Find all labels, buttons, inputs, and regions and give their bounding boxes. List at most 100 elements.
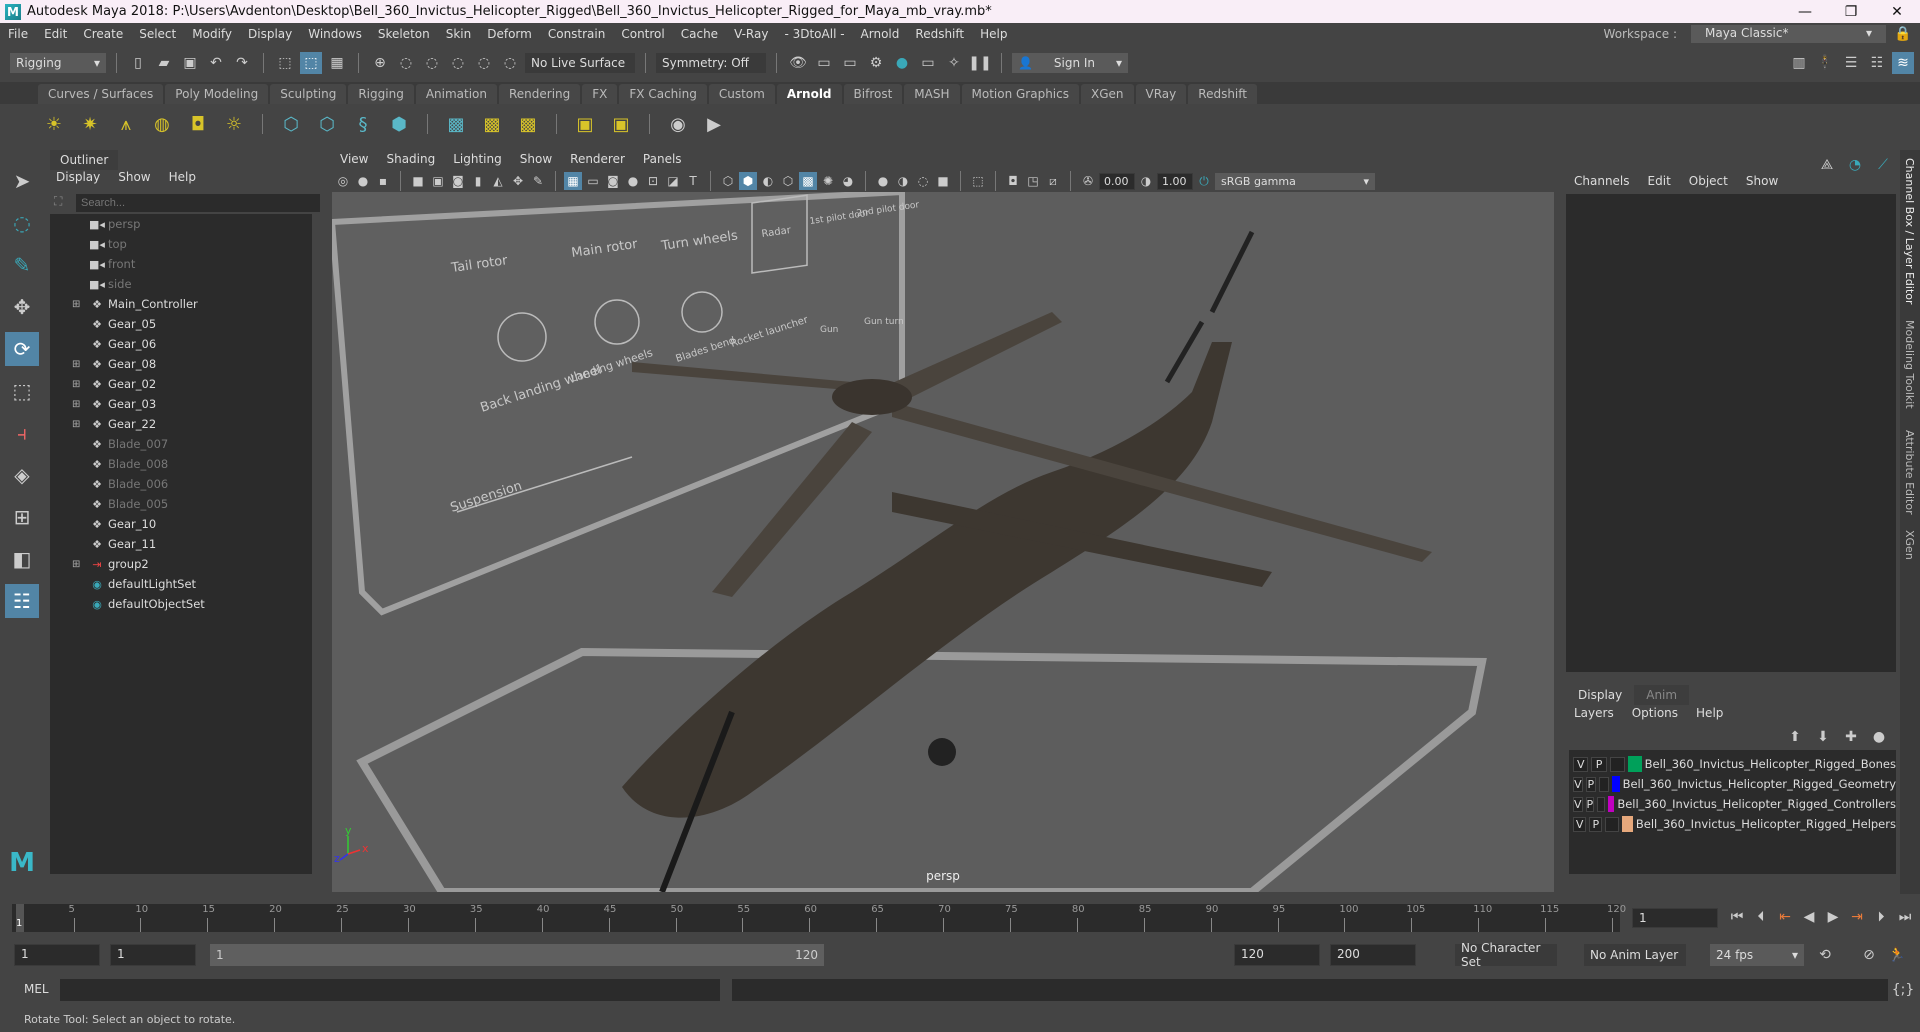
viewport-menu-panels[interactable]: Panels bbox=[643, 152, 682, 166]
shelf-tab-redshift[interactable]: Redshift bbox=[1188, 84, 1257, 104]
channel-box-icon[interactable]: ≋ bbox=[1892, 52, 1914, 74]
shelf-tab-fx[interactable]: FX bbox=[582, 84, 618, 104]
time-slider-bar[interactable]: 1 5 10 15 20 25 30 35 40 45 50 55 60 65 70 75 80 85 90 95 10… bbox=[12, 904, 1626, 932]
step-back-frame-icon[interactable]: ⏴ bbox=[1750, 906, 1772, 928]
character-set-dropdown[interactable]: No Character Set bbox=[1455, 941, 1557, 969]
select-object-icon[interactable]: ⬚ bbox=[300, 52, 322, 74]
new-layer-selected-icon[interactable]: ● bbox=[1868, 726, 1890, 748]
depth-of-field-icon[interactable]: ■ bbox=[934, 172, 952, 190]
filter-icon[interactable]: ⛶ bbox=[54, 194, 62, 209]
side-tab-modeling-toolkit[interactable]: Modeling Toolkit bbox=[1903, 320, 1916, 409]
move-layer-up-icon[interactable]: ⬆ bbox=[1784, 726, 1806, 748]
tool-settings-icon[interactable]: ☷ bbox=[1866, 52, 1888, 74]
render-settings-icon[interactable]: ⚙ bbox=[865, 52, 887, 74]
menu-redshift[interactable]: Redshift bbox=[907, 27, 972, 41]
expand-icon[interactable]: ⊞ bbox=[72, 419, 86, 430]
shelf-tab-vray[interactable]: VRay bbox=[1135, 84, 1187, 104]
outliner-menu-display[interactable]: Display bbox=[56, 170, 100, 184]
outliner-item[interactable]: ■◂ top bbox=[50, 234, 312, 254]
create-standin-icon[interactable]: ⬡ bbox=[277, 110, 305, 138]
human-ik-icon[interactable]: 🕴 bbox=[1814, 52, 1836, 74]
new-scene-icon[interactable]: ▯ bbox=[127, 52, 149, 74]
layer-playback-toggle[interactable]: P bbox=[1585, 776, 1596, 792]
select-camera-icon[interactable]: ◎ bbox=[334, 172, 352, 190]
side-tab-xgen[interactable]: XGen bbox=[1903, 530, 1916, 560]
show-menu[interactable]: Show bbox=[1746, 174, 1778, 188]
expand-icon[interactable]: ⊞ bbox=[72, 379, 86, 390]
flush-cache-icon[interactable]: ▣ bbox=[571, 110, 599, 138]
playback-end-field[interactable]: 120 bbox=[1234, 944, 1320, 966]
render-view-icon[interactable]: ◉ bbox=[664, 110, 692, 138]
hyper-icon[interactable]: ⟋ bbox=[1872, 154, 1894, 176]
outliner-item[interactable]: ⊞ ❖ Main_Controller bbox=[50, 294, 312, 314]
menu-3dtoall[interactable]: - 3DtoAll - bbox=[776, 27, 852, 41]
persp-outliner-icon[interactable]: ◧ bbox=[5, 542, 39, 576]
create-curve-collector-icon[interactable]: § bbox=[349, 110, 377, 138]
menu-help[interactable]: Help bbox=[972, 27, 1015, 41]
layer-color-swatch[interactable] bbox=[1611, 776, 1620, 792]
shelf-tab-animation[interactable]: Animation bbox=[415, 84, 497, 104]
layer-color-swatch[interactable] bbox=[1608, 796, 1615, 812]
viewport-3d[interactable]: Tail rotor Main rotor Turn wheels Radar … bbox=[332, 192, 1554, 892]
color-space-dropdown[interactable]: sRGB gamma ▾ bbox=[1215, 172, 1375, 190]
speed-icon[interactable]: ◔ bbox=[1844, 154, 1866, 176]
layer-color-swatch[interactable] bbox=[1628, 756, 1642, 772]
outliner-item[interactable]: ❖ Gear_06 bbox=[50, 334, 312, 354]
textured-icon[interactable]: ▩ bbox=[799, 172, 817, 190]
bookmarks-icon[interactable]: ▮ bbox=[469, 172, 487, 190]
move-layer-down-icon[interactable]: ⬇ bbox=[1812, 726, 1834, 748]
shelf-tab-xgen[interactable]: XGen bbox=[1081, 84, 1134, 104]
render-frame-icon[interactable]: ▭ bbox=[813, 52, 835, 74]
move-tool-icon[interactable]: ✥ bbox=[5, 290, 39, 324]
layer-visibility-toggle[interactable]: V bbox=[1573, 816, 1587, 832]
save-scene-icon[interactable]: ▣ bbox=[179, 52, 201, 74]
outliner-item[interactable]: ❖ Blade_006 bbox=[50, 474, 312, 494]
exposure-icon[interactable]: ✇ bbox=[1079, 172, 1097, 190]
layer-type-toggle[interactable] bbox=[1597, 796, 1606, 812]
playback-start-field[interactable]: 1 bbox=[110, 944, 196, 966]
shelf-tab-mash[interactable]: MASH bbox=[904, 84, 960, 104]
outliner-item[interactable]: ⊞ ❖ Gear_02 bbox=[50, 374, 312, 394]
outliner-item[interactable]: ❖ Gear_11 bbox=[50, 534, 312, 554]
default-material-icon[interactable]: ◐ bbox=[759, 172, 777, 190]
four-view-icon[interactable]: ⊞ bbox=[5, 500, 39, 534]
menuset-dropdown[interactable]: Rigging ▾ bbox=[10, 53, 106, 73]
resolution-gate-icon[interactable]: ◙ bbox=[604, 172, 622, 190]
shelf-tab-bifrost[interactable]: Bifrost bbox=[843, 84, 903, 104]
shelf-tab-fx-caching[interactable]: FX Caching bbox=[619, 84, 707, 104]
menu-constrain[interactable]: Constrain bbox=[540, 27, 614, 41]
viewport-menu-renderer[interactable]: Renderer bbox=[570, 152, 625, 166]
menu-select[interactable]: Select bbox=[131, 27, 184, 41]
sign-in-button[interactable]: 👤 Sign In ▾ bbox=[1012, 53, 1128, 73]
outliner-item[interactable]: ❖ Blade_008 bbox=[50, 454, 312, 474]
go-to-end-icon[interactable]: ⏭ bbox=[1894, 906, 1916, 928]
smooth-shade-icon[interactable]: ⬢ bbox=[739, 172, 757, 190]
side-tab-attribute-editor[interactable]: Attribute Editor bbox=[1903, 430, 1916, 515]
expand-icon[interactable]: ⊞ bbox=[72, 399, 86, 410]
layer-color-swatch[interactable] bbox=[1621, 816, 1633, 832]
shelf-tab-rendering[interactable]: Rendering bbox=[499, 84, 581, 104]
film-gate-icon[interactable]: ▭ bbox=[584, 172, 602, 190]
select-component-icon[interactable]: ▦ bbox=[326, 52, 348, 74]
outliner-item[interactable]: ■◂ persp bbox=[50, 214, 312, 234]
update-tx-icon[interactable]: ▩ bbox=[478, 110, 506, 138]
camera-attributes-icon[interactable]: ● bbox=[354, 172, 372, 190]
screen-space-ao-icon[interactable]: ● bbox=[874, 172, 892, 190]
outliner-menu-help[interactable]: Help bbox=[169, 170, 196, 184]
layer-type-toggle[interactable] bbox=[1605, 816, 1619, 832]
channels-menu[interactable]: Channels bbox=[1574, 174, 1630, 188]
ipr-render-icon[interactable]: ▭ bbox=[839, 52, 861, 74]
redo-icon[interactable]: ↷ bbox=[231, 52, 253, 74]
menu-create[interactable]: Create bbox=[75, 27, 131, 41]
expand-icon[interactable]: ⊞ bbox=[72, 559, 86, 570]
menu-edit[interactable]: Edit bbox=[36, 27, 75, 41]
mel-input[interactable] bbox=[60, 979, 720, 1001]
animation-end-field[interactable]: 200 bbox=[1330, 944, 1416, 966]
layer-tab-anim[interactable]: Anim bbox=[1634, 685, 1690, 705]
mel-label[interactable]: MEL bbox=[24, 982, 49, 996]
script-editor-icon[interactable]: {;} bbox=[1892, 979, 1915, 1001]
layer-type-toggle[interactable] bbox=[1609, 756, 1626, 772]
current-time-indicator[interactable]: 1 bbox=[16, 904, 24, 932]
camera-image-plane-icon[interactable]: ◙ bbox=[449, 172, 467, 190]
layer-visibility-toggle[interactable]: V bbox=[1573, 796, 1583, 812]
